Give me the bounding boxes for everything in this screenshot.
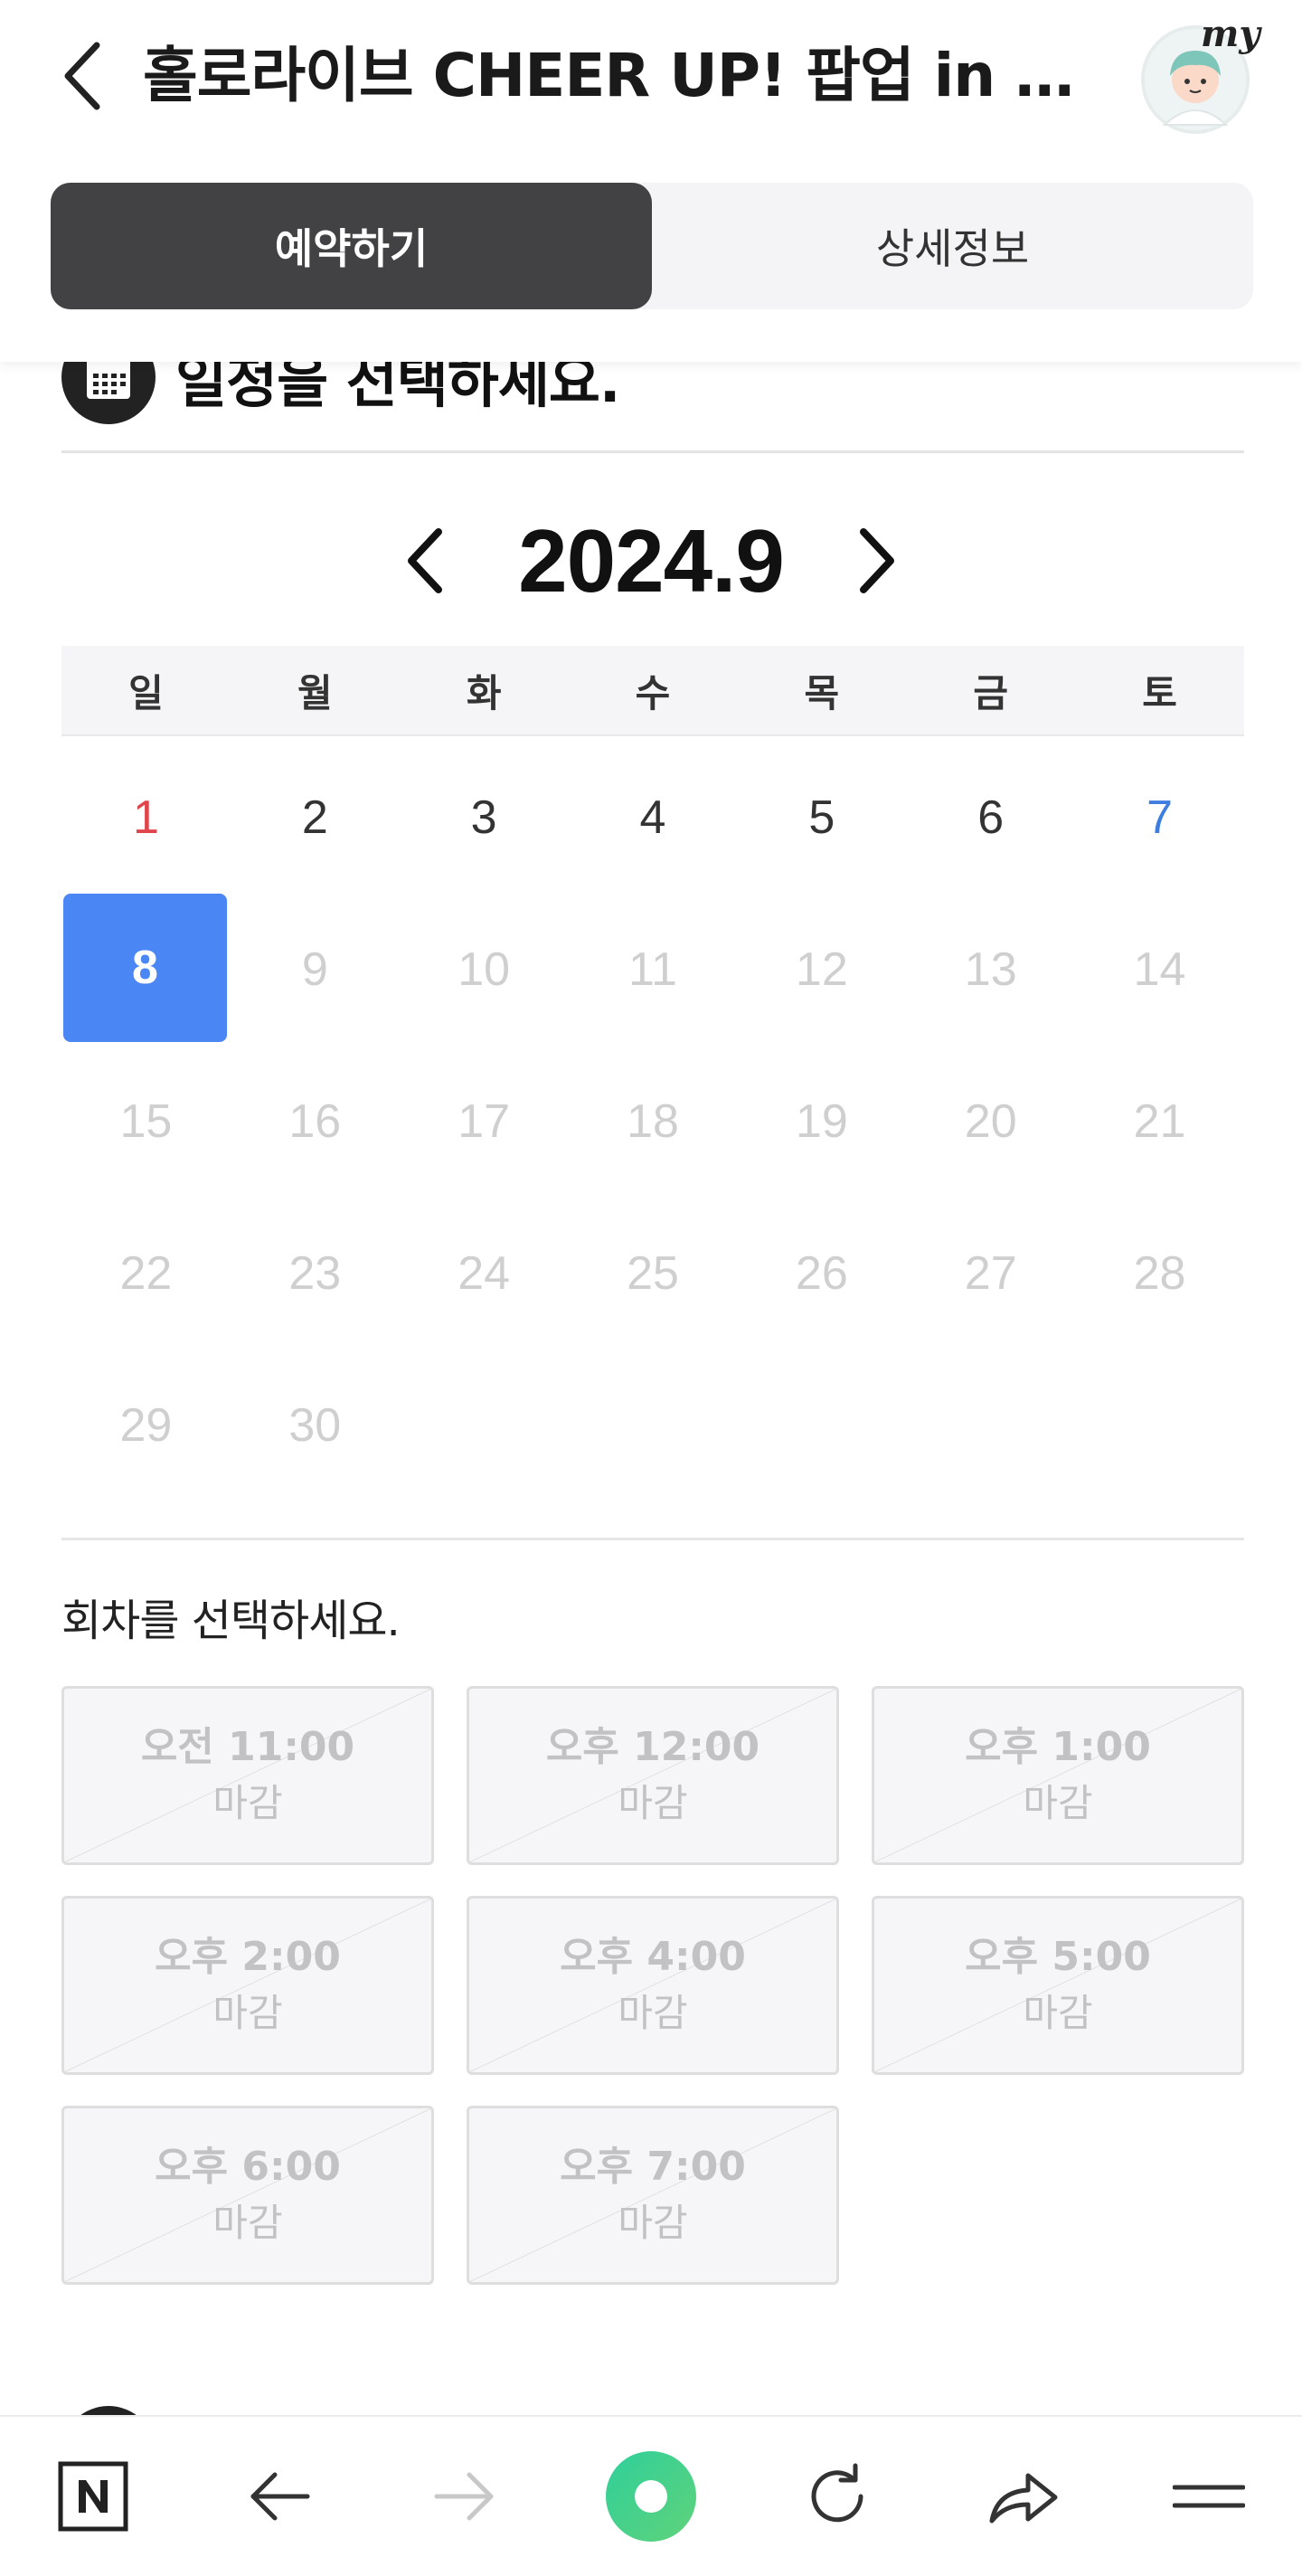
slot-time: 오후 5:00 xyxy=(965,1934,1151,1980)
share-button[interactable] xyxy=(968,2442,1077,2551)
chevron-left-icon xyxy=(408,528,443,593)
calendar-day: 12 xyxy=(795,943,848,996)
slot-time: 오후 7:00 xyxy=(560,2144,746,2190)
top-header: 홀로라이브 CHEER UP! 팝업 in KOREA my 예약하기 상세정보 xyxy=(0,0,1302,362)
weekday-label: 월 xyxy=(297,670,333,715)
menu-icon xyxy=(1173,2485,1246,2508)
calendar-day: 30 xyxy=(288,1399,342,1452)
calendar-day[interactable]: 5 xyxy=(737,742,906,894)
share-icon xyxy=(989,2473,1058,2524)
calendar-day: 19 xyxy=(795,1095,848,1148)
browser-bottom-bar xyxy=(0,2415,1302,2576)
slot-status: 마감 xyxy=(1023,1991,1093,2035)
naver-home-button[interactable] xyxy=(39,2442,147,2551)
calendar-day: 27 xyxy=(964,1247,1017,1300)
calendar-day: 23 xyxy=(288,1247,342,1300)
calendar-day: 9 xyxy=(301,943,328,996)
slot-status: 마감 xyxy=(1023,1781,1093,1825)
calendar-day: 24 xyxy=(458,1247,511,1300)
slot-time: 오후 1:00 xyxy=(965,1724,1151,1770)
slot-status: 마감 xyxy=(212,2201,283,2245)
time-slot[interactable]: 오후 1:00 마감 xyxy=(872,1686,1244,1865)
menu-button[interactable] xyxy=(1155,2442,1263,2551)
time-slot[interactable]: 오후 12:00 마감 xyxy=(467,1686,839,1865)
calendar-day: 11 xyxy=(628,943,677,996)
back-arrow-icon xyxy=(250,2472,310,2521)
calendar-day[interactable]: 4 xyxy=(569,742,738,894)
naver-home-icon xyxy=(58,2461,128,2532)
calendar-day[interactable]: 7 xyxy=(1075,742,1244,894)
slot-time: 오후 4:00 xyxy=(560,1934,746,1980)
green-dot-icon xyxy=(605,2451,696,2542)
calendar-day-selected[interactable]: 8 xyxy=(63,894,227,1042)
calendar-day: 28 xyxy=(1133,1247,1186,1300)
my-badge: my xyxy=(1201,13,1260,55)
green-dot-button[interactable] xyxy=(597,2442,705,2551)
time-slot[interactable]: 오후 6:00 마감 xyxy=(61,2106,434,2285)
next-month-button[interactable] xyxy=(836,516,918,606)
weekday-label: 금 xyxy=(973,670,1009,715)
chevron-right-icon xyxy=(859,528,894,593)
calendar-day: 26 xyxy=(795,1247,848,1300)
reload-icon xyxy=(811,2463,863,2523)
calendar-day[interactable]: 1 xyxy=(61,742,231,894)
calendar-day: 10 xyxy=(458,943,511,996)
calendar-day: 22 xyxy=(119,1247,173,1300)
weekday-label: 수 xyxy=(635,670,671,715)
slot-status: 마감 xyxy=(212,1991,283,2035)
slot-status: 마감 xyxy=(212,1781,283,1825)
calendar-day[interactable]: 3 xyxy=(400,742,569,894)
browser-forward-button xyxy=(410,2442,519,2551)
time-slot-grid: 오전 11:00 마감 오후 12:00 마감 오후 1:00 마감 오후 2:… xyxy=(61,1686,1244,2285)
slot-time: 오후 12:00 xyxy=(545,1724,760,1770)
calendar-day[interactable]: 2 xyxy=(231,742,400,894)
calendar-day: 20 xyxy=(964,1095,1017,1148)
page-title: 홀로라이브 CHEER UP! 팝업 in KOREA xyxy=(143,41,1101,110)
weekday-label: 화 xyxy=(466,670,502,715)
tab-details[interactable]: 상세정보 xyxy=(652,183,1253,309)
time-slot[interactable]: 오전 11:00 마감 xyxy=(61,1686,434,1865)
time-slot[interactable]: 오후 7:00 마감 xyxy=(467,2106,839,2285)
slot-time: 오후 6:00 xyxy=(155,2144,341,2190)
month-navigator: 2024.9 xyxy=(0,507,1302,615)
slot-status: 마감 xyxy=(618,2201,688,2245)
chevron-left-icon xyxy=(64,42,100,110)
slot-time: 오후 2:00 xyxy=(155,1934,341,1980)
calendar-grid: 1 2 3 4 5 6 7 8 9 10 11 12 13 14 15 16 1… xyxy=(61,742,1244,1501)
calendar-day: 17 xyxy=(458,1095,511,1148)
browser-back-button[interactable] xyxy=(225,2442,334,2551)
time-slot[interactable]: 오후 5:00 마감 xyxy=(872,1896,1244,2075)
time-slot[interactable]: 오후 4:00 마감 xyxy=(467,1896,839,2075)
calendar-day: 18 xyxy=(627,1095,679,1148)
weekday-header: 일 월 화 수 목 금 토 xyxy=(61,646,1244,736)
weekday-label: 일 xyxy=(128,670,164,715)
slots-section-title: 회차를 선택하세요. xyxy=(61,1596,401,1646)
calendar-day: 25 xyxy=(627,1247,679,1300)
tab-bar: 예약하기 상세정보 xyxy=(51,183,1253,309)
weekday-label: 토 xyxy=(1142,670,1177,715)
calendar-day: 13 xyxy=(964,943,1017,996)
slot-status: 마감 xyxy=(618,1991,688,2035)
tab-reservation[interactable]: 예약하기 xyxy=(51,183,652,309)
calendar-day[interactable]: 6 xyxy=(906,742,1075,894)
back-button[interactable] xyxy=(47,40,119,112)
reload-button[interactable] xyxy=(783,2442,892,2551)
calendar-day: 21 xyxy=(1133,1095,1186,1148)
calendar-day: 16 xyxy=(288,1095,342,1148)
month-label: 2024.9 xyxy=(518,510,785,611)
prev-month-button[interactable] xyxy=(384,516,466,606)
calendar-day: 29 xyxy=(119,1399,173,1452)
weekday-label: 목 xyxy=(804,670,840,715)
time-slot[interactable]: 오후 2:00 마감 xyxy=(61,1896,434,2075)
divider xyxy=(61,450,1244,453)
calendar-day: 14 xyxy=(1133,943,1186,996)
slot-status: 마감 xyxy=(618,1781,688,1825)
forward-arrow-icon xyxy=(434,2472,494,2521)
slot-time: 오전 11:00 xyxy=(140,1724,355,1770)
calendar-day: 15 xyxy=(119,1095,173,1148)
divider xyxy=(61,1538,1244,1540)
